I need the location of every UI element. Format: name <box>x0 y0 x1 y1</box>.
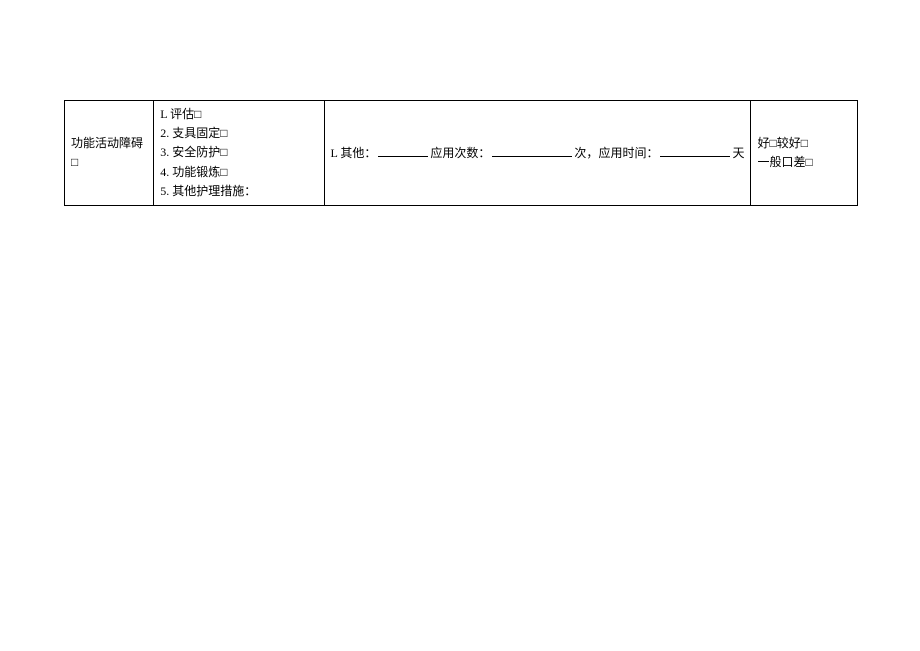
measure-item: L 评估□ <box>160 105 317 124</box>
measure-item: 5. 其他护理措施： <box>160 182 317 201</box>
measures-cell: L 评估□ 2. 支具固定□ 3. 安全防护□ 4. 功能锻炼□ 5. 其他护理… <box>154 101 324 206</box>
details-cell: L 其他： 应用次数： 次，应用时间： 天 <box>324 101 751 206</box>
measure-item: 4. 功能锻炼□ <box>160 163 317 182</box>
usage-count-blank[interactable] <box>492 143 572 157</box>
category-label: 功能活动障碍□ <box>71 136 143 169</box>
usage-time-label: 应用时间： <box>598 146 658 160</box>
usage-count-label: 应用次数： <box>430 146 490 160</box>
form-table-container: 功能活动障碍□ L 评估□ 2. 支具固定□ 3. 安全防护□ 4. 功能锻炼□… <box>64 100 858 206</box>
evaluation-line2: 一般口差□ <box>757 153 851 172</box>
table-row: 功能活动障碍□ L 评估□ 2. 支具固定□ 3. 安全防护□ 4. 功能锻炼□… <box>65 101 858 206</box>
evaluation-cell: 好□较好□ 一般口差□ <box>751 101 858 206</box>
other-blank[interactable] <box>378 143 428 157</box>
details-content: L 其他： 应用次数： 次，应用时间： 天 <box>331 143 745 163</box>
usage-time-blank[interactable] <box>660 143 730 157</box>
usage-count-unit: 次， <box>574 146 598 160</box>
form-table: 功能活动障碍□ L 评估□ 2. 支具固定□ 3. 安全防护□ 4. 功能锻炼□… <box>64 100 858 206</box>
usage-time-unit: 天 <box>732 146 744 160</box>
evaluation-lines: 好□较好□ 一般口差□ <box>757 134 851 172</box>
other-prefix: L 其他： <box>331 146 377 160</box>
evaluation-line1: 好□较好□ <box>757 134 851 153</box>
category-cell: 功能活动障碍□ <box>65 101 154 206</box>
measures-list: L 评估□ 2. 支具固定□ 3. 安全防护□ 4. 功能锻炼□ 5. 其他护理… <box>160 105 317 201</box>
measure-item: 2. 支具固定□ <box>160 124 317 143</box>
measure-item: 3. 安全防护□ <box>160 143 317 162</box>
